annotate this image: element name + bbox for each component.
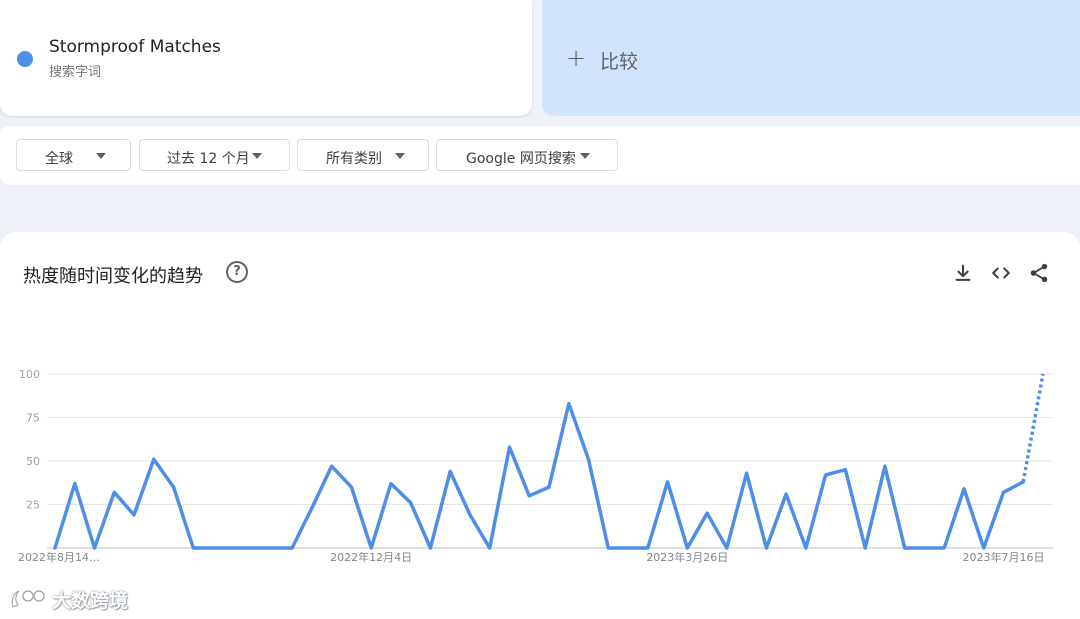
- filter-category-label: 所有类别: [326, 151, 382, 167]
- filter-property-label: Google 网页搜索: [466, 151, 576, 167]
- filter-bar: 全球 过去 12 个月 所有类别 Google 网页搜索: [0, 126, 1080, 185]
- filter-time-label: 过去 12 个月: [167, 151, 250, 167]
- help-icon[interactable]: ?: [226, 261, 248, 283]
- search-term-subtitle: 搜索字词: [49, 65, 102, 80]
- y-tick-label: 75: [26, 412, 40, 425]
- watermark-text: 大数跨境: [52, 590, 129, 612]
- download-icon[interactable]: [952, 262, 974, 284]
- compare-label[interactable]: 比较: [600, 47, 638, 74]
- watermark-logo: [11, 590, 45, 608]
- caret-down-icon: [395, 153, 405, 159]
- filter-region-dropdown[interactable]: 全球: [16, 139, 131, 171]
- series-color-dot: [17, 51, 33, 67]
- search-term-card[interactable]: Stormproof Matches 搜索字词: [0, 0, 532, 116]
- plus-icon[interactable]: +: [566, 44, 586, 72]
- filter-time-dropdown[interactable]: 过去 12 个月: [139, 139, 290, 171]
- embed-code-icon[interactable]: [990, 262, 1012, 284]
- filter-category-dropdown[interactable]: 所有类别: [297, 139, 429, 171]
- x-tick-label: 2022年8月14…: [18, 550, 100, 564]
- chart-title: 热度随时间变化的趋势: [23, 266, 203, 287]
- x-tick-label: 2023年7月16日: [962, 550, 1044, 564]
- y-tick-label: 25: [26, 499, 40, 512]
- series-line-partial: [1021, 373, 1045, 483]
- interest-line-chart: 25 50 75 100 2022年8月14… 2022年12月4日 2023年3月26日 2…: [18, 368, 1053, 564]
- search-term-name: Stormproof Matches: [49, 37, 221, 57]
- x-tick-label: 2023年3月26日: [646, 550, 728, 564]
- share-icon[interactable]: [1028, 262, 1050, 284]
- caret-down-icon: [96, 153, 106, 159]
- filter-region-label: 全球: [45, 151, 73, 167]
- x-tick-label: 2022年12月4日: [330, 550, 412, 564]
- series-line: [53, 401, 1025, 550]
- caret-down-icon: [580, 153, 590, 159]
- filter-property-dropdown[interactable]: Google 网页搜索: [436, 139, 618, 171]
- y-tick-label: 50: [26, 455, 40, 468]
- caret-down-icon: [252, 153, 262, 159]
- y-tick-label: 100: [19, 368, 40, 381]
